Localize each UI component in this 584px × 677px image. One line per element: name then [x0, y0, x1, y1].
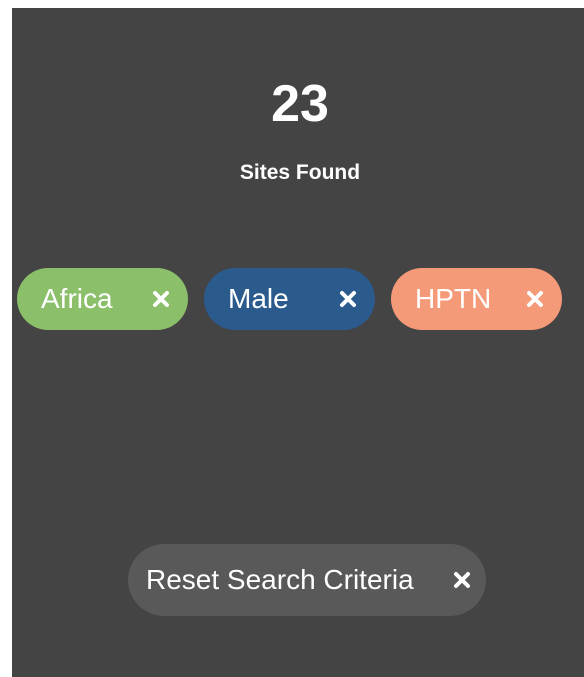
filter-chip-label: Male	[228, 283, 289, 314]
filter-chip-africa[interactable]: Africa	[17, 268, 188, 330]
filter-chip-label: HPTN	[415, 283, 492, 314]
filter-chip-label: Africa	[41, 283, 113, 314]
sites-count: 23	[271, 75, 329, 133]
sites-found-label: Sites Found	[239, 161, 361, 184]
results-panel: 23 Sites Found Africa Male HPTN Reset Se…	[12, 8, 584, 677]
reset-search-criteria-button[interactable]: Reset Search Criteria	[128, 544, 486, 616]
close-icon[interactable]	[524, 288, 546, 310]
close-icon[interactable]	[150, 288, 172, 310]
reset-button-label: Reset Search Criteria	[146, 564, 414, 595]
filter-chip-male[interactable]: Male	[204, 268, 375, 330]
close-icon	[451, 569, 473, 591]
close-icon[interactable]	[337, 288, 359, 310]
filter-chip-hptn[interactable]: HPTN	[391, 268, 562, 330]
